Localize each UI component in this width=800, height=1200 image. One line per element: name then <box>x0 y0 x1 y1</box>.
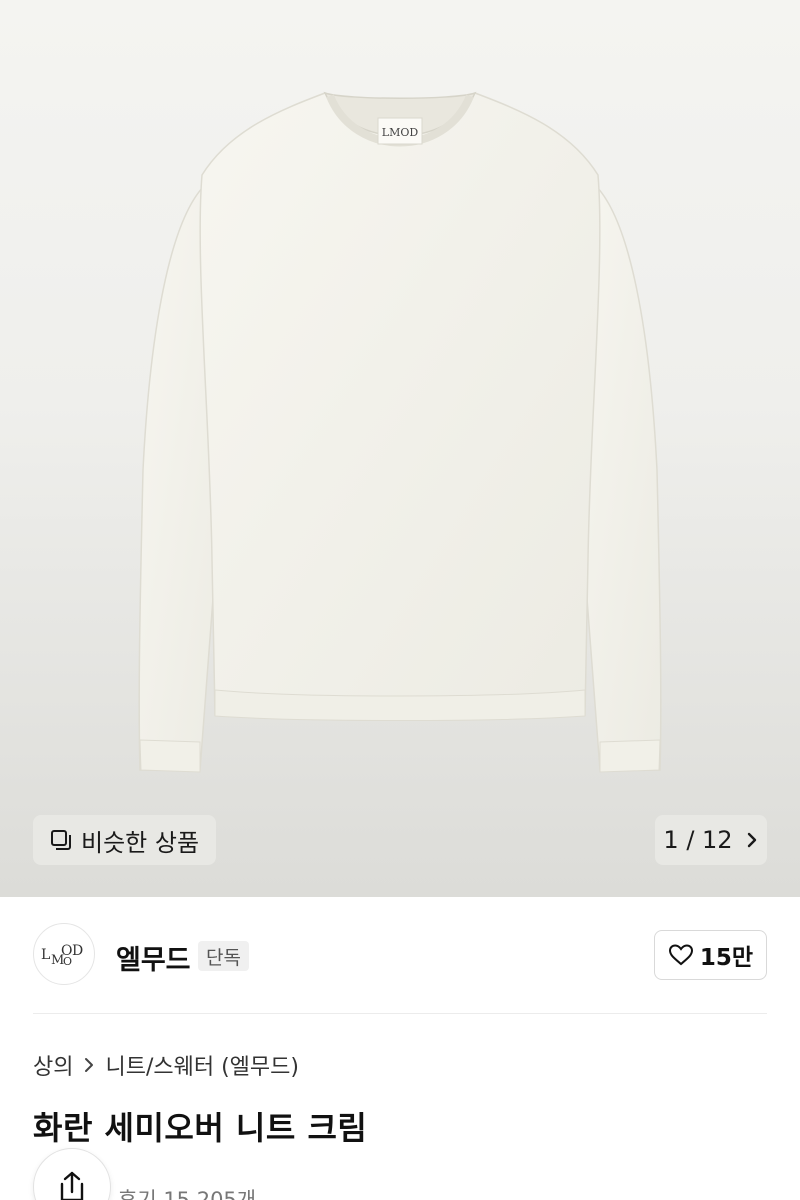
share-icon <box>56 1170 88 1200</box>
svg-text:L: L <box>41 947 50 963</box>
breadcrumb-item-knit[interactable]: 니트/스웨터 (엘무드) <box>105 1049 299 1081</box>
divider <box>33 1013 767 1014</box>
product-title: 화란 세미오버 니트 크림 <box>33 1109 368 1147</box>
brand-exclusive-badge: 단독 <box>198 941 249 971</box>
similar-items-button[interactable]: 비슷한 상품 <box>33 815 216 865</box>
breadcrumb-item-top[interactable]: 상의 <box>33 1049 73 1081</box>
svg-text:O: O <box>63 955 72 968</box>
product-image-carousel[interactable]: LMOD 비슷한 상품 1 / 12 <box>0 0 800 897</box>
image-pager[interactable]: 1 / 12 <box>655 815 767 865</box>
share-button[interactable] <box>33 1148 111 1200</box>
product-image: LMOD <box>138 91 662 773</box>
review-count[interactable]: 후기 15,205개 <box>118 1184 256 1200</box>
chevron-right-icon <box>745 831 759 849</box>
similar-items-label: 비슷한 상품 <box>81 828 200 857</box>
breadcrumb: 상의 니트/스웨터 (엘무드) <box>33 1049 299 1081</box>
brand-name[interactable]: 엘무드 <box>116 938 191 977</box>
svg-text:LMOD: LMOD <box>382 126 419 139</box>
heart-icon <box>668 943 694 967</box>
like-button[interactable]: 15만 <box>654 930 767 980</box>
brand-logo[interactable]: L M O D O <box>33 923 95 985</box>
image-pager-label: 1 / 12 <box>663 826 733 854</box>
chevron-right-icon <box>83 1057 95 1073</box>
similar-items-icon <box>49 828 73 852</box>
svg-text:D: D <box>72 943 83 959</box>
like-count: 15만 <box>699 945 754 971</box>
